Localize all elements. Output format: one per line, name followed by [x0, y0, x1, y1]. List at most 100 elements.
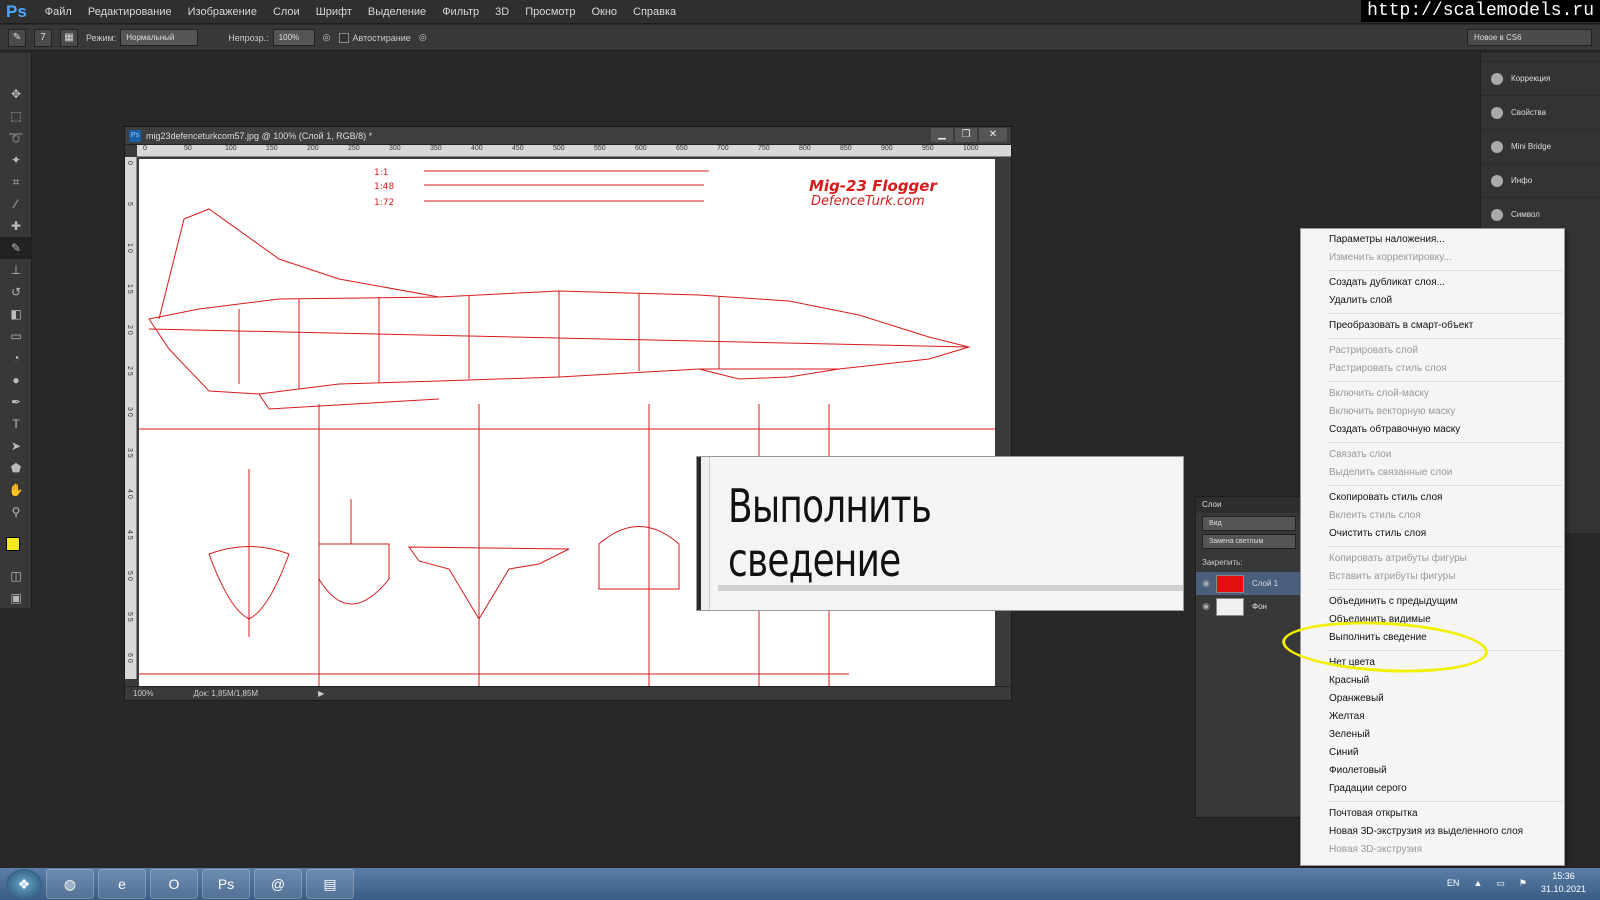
network-icon[interactable]: ▭	[1496, 878, 1505, 889]
context-menu-item[interactable]: Очистить стиль слоя	[1301, 525, 1564, 543]
layer-filter-select[interactable]: Вид	[1202, 516, 1296, 531]
context-menu-item[interactable]: Синий	[1301, 744, 1564, 762]
opera-taskbar-icon[interactable]: O	[150, 869, 198, 899]
document-title-bar[interactable]: Ps mig23defenceturkcom57.jpg @ 100% (Сло…	[125, 127, 1011, 145]
ruler-tick-label: 750	[758, 145, 770, 152]
screen-mode-icon[interactable]: ▣	[0, 587, 32, 609]
flag-icon[interactable]: ⚑	[1519, 878, 1527, 889]
context-menu-item[interactable]: Скопировать стиль слоя	[1301, 489, 1564, 507]
pen-tool-icon[interactable]: ✒	[0, 391, 32, 413]
brush-panel-toggle[interactable]: ▦	[60, 28, 78, 47]
context-menu-item[interactable]: Нет цвета	[1301, 654, 1564, 672]
context-menu-item[interactable]: Параметры наложения...	[1301, 231, 1564, 249]
magic-wand-tool-icon[interactable]: ✦	[0, 149, 32, 171]
layer-row[interactable]: ◉ Слой 1	[1196, 572, 1302, 595]
menu-item[interactable]: Справка	[625, 6, 684, 18]
marquee-tool-icon[interactable]: ⬚	[0, 105, 32, 127]
menu-item[interactable]: Слои	[265, 6, 308, 18]
stamp-tool-icon[interactable]: ⊥	[0, 259, 32, 281]
horizontal-ruler[interactable]: 0 50 100 150 200 250 300 350 400 450 500 550 600 650 7…	[137, 145, 1011, 157]
eye-icon[interactable]: ◉	[1196, 578, 1216, 589]
menu-separator	[1327, 442, 1562, 443]
menu-item[interactable]: Файл	[37, 6, 80, 18]
eraser-tool-icon[interactable]: ◧	[0, 303, 32, 325]
blur-tool-icon[interactable]: ◔	[0, 347, 32, 369]
menu-item[interactable]: Изображение	[180, 6, 265, 18]
minimize-button[interactable]: ▁	[931, 128, 953, 142]
menu-item[interactable]: Фильтр	[434, 6, 487, 18]
move-tool-icon[interactable]: ✥	[0, 83, 32, 105]
folder-taskbar-icon[interactable]: ▤	[306, 869, 354, 899]
auto-erase-checkbox[interactable]	[338, 32, 349, 43]
chrome-taskbar-icon[interactable]: ◍	[46, 869, 94, 899]
vertical-ruler[interactable]: 0 5 1 0 1 5 2 0 2 5 3 0 3 5 4 0 4 5 5 0 5 5 6 0	[125, 157, 137, 679]
pressure-size-toggle[interactable]: ◎	[419, 32, 427, 43]
pencil-tool-icon[interactable]: ✎	[0, 237, 32, 259]
clock[interactable]: 15:36 31.10.2021	[1541, 870, 1586, 896]
dodge-tool-icon[interactable]: ●	[0, 369, 32, 391]
menu-item[interactable]: Выделение	[360, 6, 434, 18]
brush-size-picker[interactable]: 7	[34, 28, 52, 47]
layer-row[interactable]: ◉ Фон	[1196, 595, 1302, 618]
zoom-level[interactable]: 100%	[133, 689, 153, 698]
menu-item[interactable]: Шрифт	[308, 6, 360, 18]
dock-character[interactable]: Символ	[1481, 197, 1600, 231]
start-button[interactable]: ❖	[6, 869, 42, 899]
dock-mini-bridge[interactable]: Mini Bridge	[1481, 129, 1600, 163]
mode-select[interactable]: Нормальный	[120, 29, 199, 46]
status-arrow-icon[interactable]: ▶	[318, 689, 324, 698]
close-button[interactable]: ✕	[979, 128, 1007, 142]
blend-mode-select[interactable]: Замена светлым	[1202, 534, 1296, 549]
foreground-color-swatch[interactable]	[6, 537, 20, 551]
ie-taskbar-icon[interactable]: e	[98, 869, 146, 899]
menu-item[interactable]: Просмотр	[517, 6, 583, 18]
quick-mask-icon[interactable]: ◫	[0, 565, 32, 587]
context-menu-item[interactable]: Новая 3D-экструзия из выделенного слоя	[1301, 823, 1564, 841]
context-menu-item[interactable]: Удалить слой	[1301, 292, 1564, 310]
dock-properties[interactable]: Свойства	[1481, 95, 1600, 129]
context-menu-item[interactable]: Объединить с предыдущим	[1301, 593, 1564, 611]
maximize-button[interactable]: ❐	[955, 128, 977, 142]
context-menu-item[interactable]: Создать дубликат слоя...	[1301, 274, 1564, 292]
gradient-tool-icon[interactable]: ▭	[0, 325, 32, 347]
context-menu-item[interactable]: Преобразовать в смарт-объект	[1301, 317, 1564, 335]
context-menu-item[interactable]: Зеленый	[1301, 726, 1564, 744]
watermark: http://scalemodels.ru	[1361, 0, 1600, 22]
layers-tab[interactable]: Слои	[1196, 497, 1302, 513]
hand-tool-icon[interactable]: ✋	[0, 479, 32, 501]
workspace-select[interactable]: Новое в CS6	[1467, 29, 1592, 46]
menu-item[interactable]: 3D	[487, 6, 517, 18]
context-menu-item[interactable]: Почтовая открытка	[1301, 805, 1564, 823]
opacity-input[interactable]: 100%	[272, 29, 315, 46]
crop-tool-icon[interactable]: ⌗	[0, 171, 32, 193]
context-menu-item: Изменить корректировку...	[1329, 252, 1452, 263]
path-select-tool-icon[interactable]: ➤	[0, 435, 32, 457]
context-menu-item[interactable]: Фиолетовый	[1301, 762, 1564, 780]
context-menu-item[interactable]: Желтая	[1301, 708, 1564, 726]
context-menu-item[interactable]: Создать обтравочную маску	[1301, 421, 1564, 439]
history-brush-tool-icon[interactable]: ↺	[0, 281, 32, 303]
shape-tool-icon[interactable]: ⬟	[0, 457, 32, 479]
healing-tool-icon[interactable]: ✚	[0, 215, 32, 237]
context-menu-item[interactable]: Градации серого	[1301, 780, 1564, 798]
eyedropper-tool-icon[interactable]: ⁄	[0, 193, 32, 215]
context-menu-item[interactable]: Выполнить сведение	[1301, 629, 1564, 647]
photoshop-taskbar-icon[interactable]: Ps	[202, 869, 250, 899]
ruler-tick-label: 550	[594, 145, 606, 152]
menu-item[interactable]: Окно	[583, 6, 625, 18]
pressure-opacity-toggle[interactable]: ◎	[323, 32, 331, 43]
language-indicator[interactable]: EN	[1447, 878, 1460, 888]
context-menu-item[interactable]: Объединить видимые	[1301, 611, 1564, 629]
dock-info[interactable]: Инфо	[1481, 163, 1600, 197]
menu-item[interactable]: Редактирование	[80, 6, 180, 18]
context-menu-item[interactable]: Красный	[1301, 672, 1564, 690]
brush-tool-preset[interactable]: ✎	[8, 28, 26, 47]
dock-adjustments[interactable]: Коррекция	[1481, 61, 1600, 95]
tray-arrow-icon[interactable]: ▲	[1473, 878, 1482, 888]
eye-icon[interactable]: ◉	[1196, 601, 1216, 612]
lasso-tool-icon[interactable]: ➰	[0, 127, 32, 149]
type-tool-icon[interactable]: T	[0, 413, 32, 435]
context-menu-item[interactable]: Оранжевый	[1301, 690, 1564, 708]
mail-taskbar-icon[interactable]: @	[254, 869, 302, 899]
zoom-tool-icon[interactable]: ⚲	[0, 501, 32, 523]
